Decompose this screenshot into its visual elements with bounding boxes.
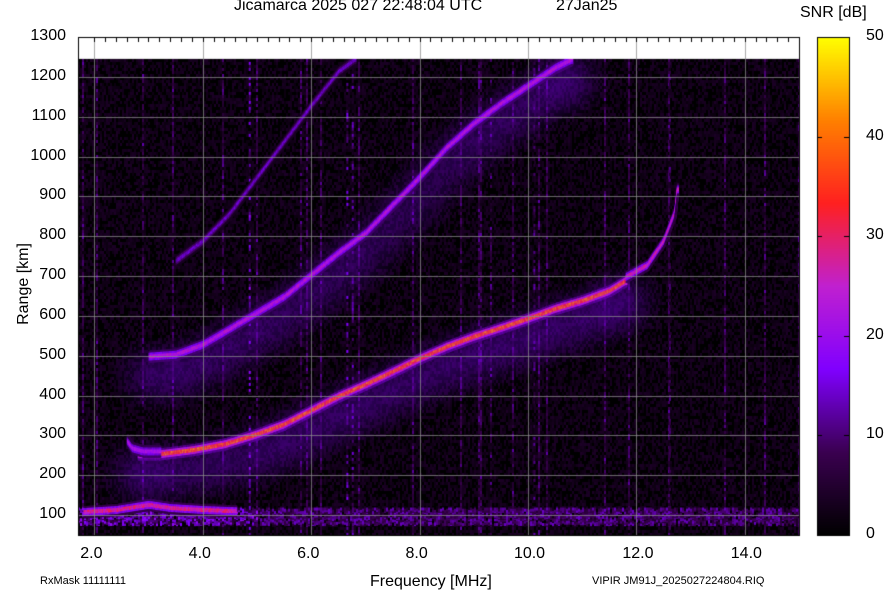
y-tick-label: 1000 bbox=[30, 146, 66, 164]
x-tick-label: 8.0 bbox=[405, 545, 428, 562]
y-tick-label: 100 bbox=[39, 505, 66, 523]
colorbar-tick-label: 20 bbox=[866, 325, 884, 343]
x-axis-label: Frequency [MHz] bbox=[370, 573, 492, 590]
colorbar-tick-label: 0 bbox=[866, 525, 875, 542]
x-tick-label: 10.0 bbox=[513, 545, 546, 562]
colorbar-tick-label: 30 bbox=[866, 226, 884, 244]
y-tick-label: 1100 bbox=[31, 106, 66, 124]
y-tick-label: 600 bbox=[39, 305, 66, 323]
colorbar-label: SNR [dB] bbox=[800, 4, 867, 21]
y-axis-label: Range [km] bbox=[15, 243, 32, 325]
x-tick-label: 14.0 bbox=[730, 545, 762, 562]
ionogram-chart bbox=[0, 0, 884, 595]
y-tick-label: 800 bbox=[39, 226, 66, 244]
y-tick-label: 1200 bbox=[30, 66, 66, 84]
rx-mask-label: RxMask 11111111 bbox=[40, 575, 127, 587]
y-tick-label: 900 bbox=[39, 186, 66, 204]
x-tick-label: 12.0 bbox=[622, 545, 654, 562]
x-tick-label: 6.0 bbox=[297, 545, 320, 562]
file-label: VIPIR JM91J_2025027224804.RIQ bbox=[592, 575, 765, 587]
y-tick-label: 1300 bbox=[30, 27, 66, 44]
y-tick-label: 400 bbox=[39, 385, 66, 403]
y-tick-label: 200 bbox=[39, 465, 66, 483]
y-tick-label: 300 bbox=[39, 425, 66, 443]
y-tick-label: 700 bbox=[39, 266, 66, 284]
colorbar-tick-label: 50 bbox=[866, 27, 884, 44]
colorbar-tick-label: 10 bbox=[866, 425, 884, 443]
date-label: 27Jan25 bbox=[556, 0, 618, 14]
y-tick-label: 500 bbox=[39, 345, 66, 363]
x-tick-label: 4.0 bbox=[188, 545, 211, 562]
colorbar-tick-label: 40 bbox=[866, 126, 884, 144]
x-tick-label: 2.0 bbox=[80, 545, 103, 562]
chart-title: Jicamarca 2025 027 22:48:04 UTC bbox=[234, 0, 483, 14]
